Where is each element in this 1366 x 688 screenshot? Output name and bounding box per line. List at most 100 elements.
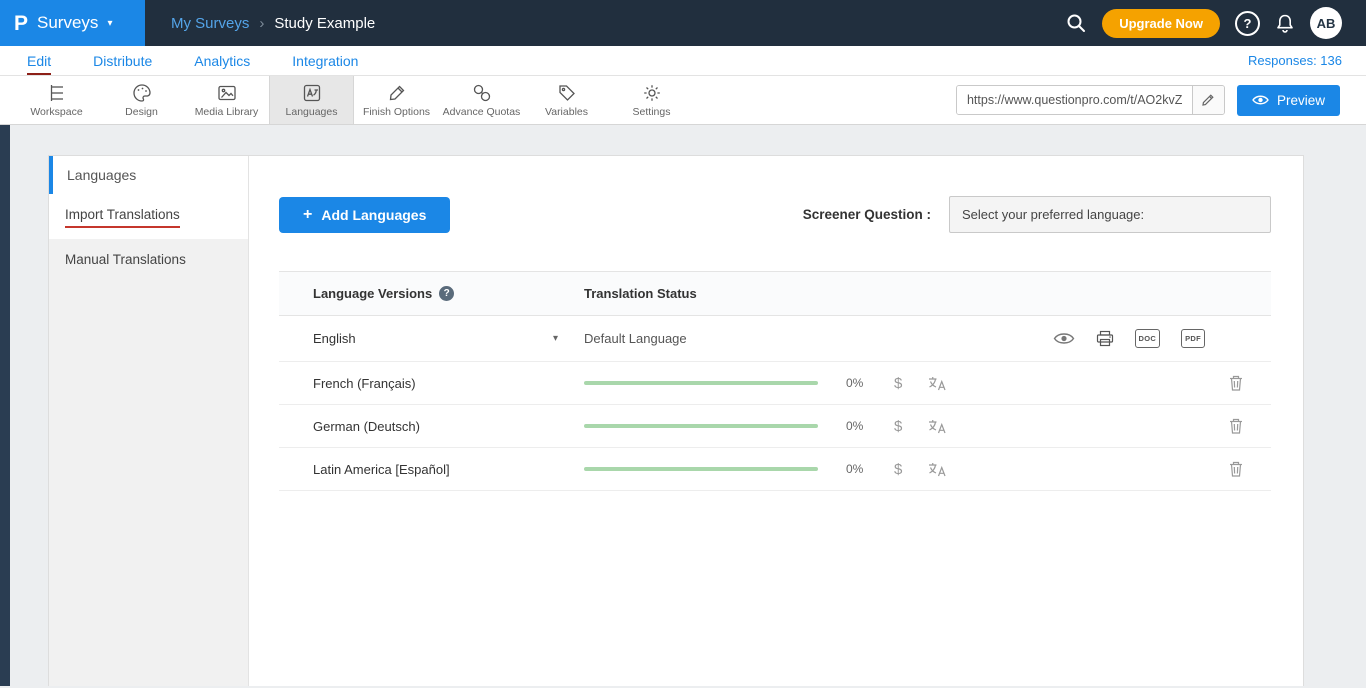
breadcrumb: My Surveys › Study Example bbox=[171, 15, 375, 32]
add-languages-button[interactable]: + Add Languages bbox=[279, 197, 450, 233]
paid-translation-button[interactable]: $ bbox=[888, 374, 908, 393]
main-tabs-row: Edit Distribute Analytics Integration Re… bbox=[0, 46, 1366, 76]
delete-language-button[interactable] bbox=[1229, 418, 1243, 434]
search-icon bbox=[1065, 12, 1087, 34]
collapsed-sidebar[interactable] bbox=[0, 125, 10, 686]
languages-section-title-label: Languages bbox=[67, 167, 136, 183]
toolbar-item-advance-quotas[interactable]: Advance Quotas bbox=[439, 76, 524, 124]
table-row-german: German (Deutsch) 0% $ bbox=[279, 405, 1271, 448]
toolbar-item-languages[interactable]: Languages bbox=[269, 76, 354, 124]
language-versions-header: Language Versions bbox=[313, 286, 432, 301]
table-row-spanish: Latin America [Español] 0% $ bbox=[279, 448, 1271, 491]
table-row-french: French (Français) 0% $ bbox=[279, 362, 1271, 405]
auto-translate-button[interactable] bbox=[928, 419, 947, 434]
brand-label: Surveys bbox=[37, 13, 98, 33]
auto-translate-button[interactable] bbox=[928, 376, 947, 391]
toolbar-item-workspace[interactable]: Workspace bbox=[14, 76, 99, 124]
content: Languages Import Translations Manual Tra… bbox=[0, 125, 1366, 686]
default-language-dropdown[interactable]: English ▾ bbox=[279, 331, 584, 346]
sidebar-item-import-translations[interactable]: Import Translations bbox=[49, 194, 248, 239]
language-name: French (Français) bbox=[279, 376, 584, 391]
tab-integration[interactable]: Integration bbox=[292, 46, 358, 75]
printer-icon bbox=[1096, 330, 1114, 347]
default-language-actions: DOC PDF bbox=[1053, 329, 1205, 348]
tab-analytics[interactable]: Analytics bbox=[194, 46, 250, 75]
screener-question-select[interactable]: Select your preferred language: bbox=[949, 196, 1271, 233]
trash-icon bbox=[1229, 375, 1243, 391]
notifications-button[interactable] bbox=[1275, 13, 1295, 34]
print-button[interactable] bbox=[1096, 330, 1114, 347]
help-button[interactable]: ? bbox=[1235, 11, 1260, 36]
links-icon bbox=[472, 83, 492, 103]
preview-button[interactable]: Preview bbox=[1237, 85, 1340, 116]
topbar-actions: Upgrade Now ? AB bbox=[1065, 7, 1366, 39]
pencil-icon bbox=[1201, 93, 1215, 107]
auto-translate-button[interactable] bbox=[928, 462, 947, 477]
default-language-name: English bbox=[313, 331, 356, 346]
toolbar-item-label: Finish Options bbox=[363, 106, 430, 118]
toolbar-item-media-library[interactable]: Media Library bbox=[184, 76, 269, 124]
search-button[interactable] bbox=[1065, 12, 1087, 34]
translate-icon bbox=[928, 462, 947, 477]
languages-icon bbox=[302, 83, 322, 103]
brush-icon bbox=[387, 83, 407, 103]
topbar: P Surveys ▾ My Surveys › Study Example U… bbox=[0, 0, 1366, 46]
surveys-menu-button[interactable]: P Surveys ▾ bbox=[0, 0, 145, 46]
trash-icon bbox=[1229, 418, 1243, 434]
tab-edit[interactable]: Edit bbox=[27, 46, 51, 75]
trash-icon bbox=[1229, 461, 1243, 477]
avatar[interactable]: AB bbox=[1310, 7, 1342, 39]
survey-url-input[interactable] bbox=[957, 86, 1192, 114]
view-button[interactable] bbox=[1053, 331, 1075, 346]
screener-question: Screener Question : Select your preferre… bbox=[803, 196, 1271, 233]
responses-count[interactable]: Responses: 136 bbox=[1248, 46, 1342, 75]
help-circle-icon[interactable]: ? bbox=[439, 286, 454, 301]
edit-url-button[interactable] bbox=[1192, 86, 1224, 114]
toolbar-item-label: Settings bbox=[633, 106, 671, 118]
languages-section-title: Languages bbox=[49, 156, 248, 194]
gear-icon bbox=[642, 83, 662, 103]
tag-icon bbox=[557, 83, 577, 103]
tab-distribute[interactable]: Distribute bbox=[93, 46, 152, 75]
export-pdf-button[interactable]: PDF bbox=[1181, 329, 1205, 348]
toolbar-item-finish-options[interactable]: Finish Options bbox=[354, 76, 439, 124]
toolbar-item-settings[interactable]: Settings bbox=[609, 76, 694, 124]
toolbar-item-label: Languages bbox=[286, 106, 338, 118]
preview-label: Preview bbox=[1277, 93, 1325, 108]
table-row-default-language: English ▾ Default Language bbox=[279, 316, 1271, 362]
toolbar-item-variables[interactable]: Variables bbox=[524, 76, 609, 124]
delete-language-button[interactable] bbox=[1229, 461, 1243, 477]
edit-toolbar: Workspace Design Media Library Languages… bbox=[0, 76, 1366, 125]
delete-language-button[interactable] bbox=[1229, 375, 1243, 391]
languages-side-nav: Languages Import Translations Manual Tra… bbox=[49, 156, 249, 686]
bell-icon bbox=[1275, 13, 1295, 34]
toolbar-item-label: Variables bbox=[545, 106, 588, 118]
toolbar-item-label: Workspace bbox=[30, 106, 82, 118]
breadcrumb-my-surveys[interactable]: My Surveys bbox=[171, 15, 249, 32]
translate-icon bbox=[928, 376, 947, 391]
language-name: Latin America [Español] bbox=[279, 462, 584, 477]
languages-table: Language Versions ? Translation Status E… bbox=[279, 271, 1271, 491]
languages-main: + Add Languages Screener Question : Sele… bbox=[249, 156, 1303, 686]
export-doc-button[interactable]: DOC bbox=[1135, 329, 1161, 348]
sidebar-item-label: Import Translations bbox=[65, 207, 180, 228]
toolbar-item-label: Design bbox=[125, 106, 158, 118]
toolbar-item-label: Advance Quotas bbox=[443, 106, 521, 118]
toolbar-item-label: Media Library bbox=[195, 106, 259, 118]
translation-percent: 0% bbox=[846, 419, 868, 433]
sidebar-item-manual-translations[interactable]: Manual Translations bbox=[49, 239, 248, 278]
translation-status-header: Translation Status bbox=[584, 286, 1271, 301]
paid-translation-button[interactable]: $ bbox=[888, 460, 908, 479]
eye-icon bbox=[1053, 331, 1075, 346]
upgrade-button[interactable]: Upgrade Now bbox=[1102, 9, 1220, 38]
translation-percent: 0% bbox=[846, 462, 868, 476]
paid-translation-button[interactable]: $ bbox=[888, 417, 908, 436]
toolbar-item-design[interactable]: Design bbox=[99, 76, 184, 124]
eye-icon bbox=[1252, 94, 1269, 106]
add-languages-label: Add Languages bbox=[321, 207, 426, 223]
palette-icon bbox=[132, 83, 152, 103]
questionpro-logo-icon: P bbox=[14, 13, 28, 34]
plus-icon: + bbox=[303, 206, 312, 224]
default-language-status: Default Language bbox=[584, 331, 687, 346]
breadcrumb-separator-icon: › bbox=[259, 15, 264, 32]
